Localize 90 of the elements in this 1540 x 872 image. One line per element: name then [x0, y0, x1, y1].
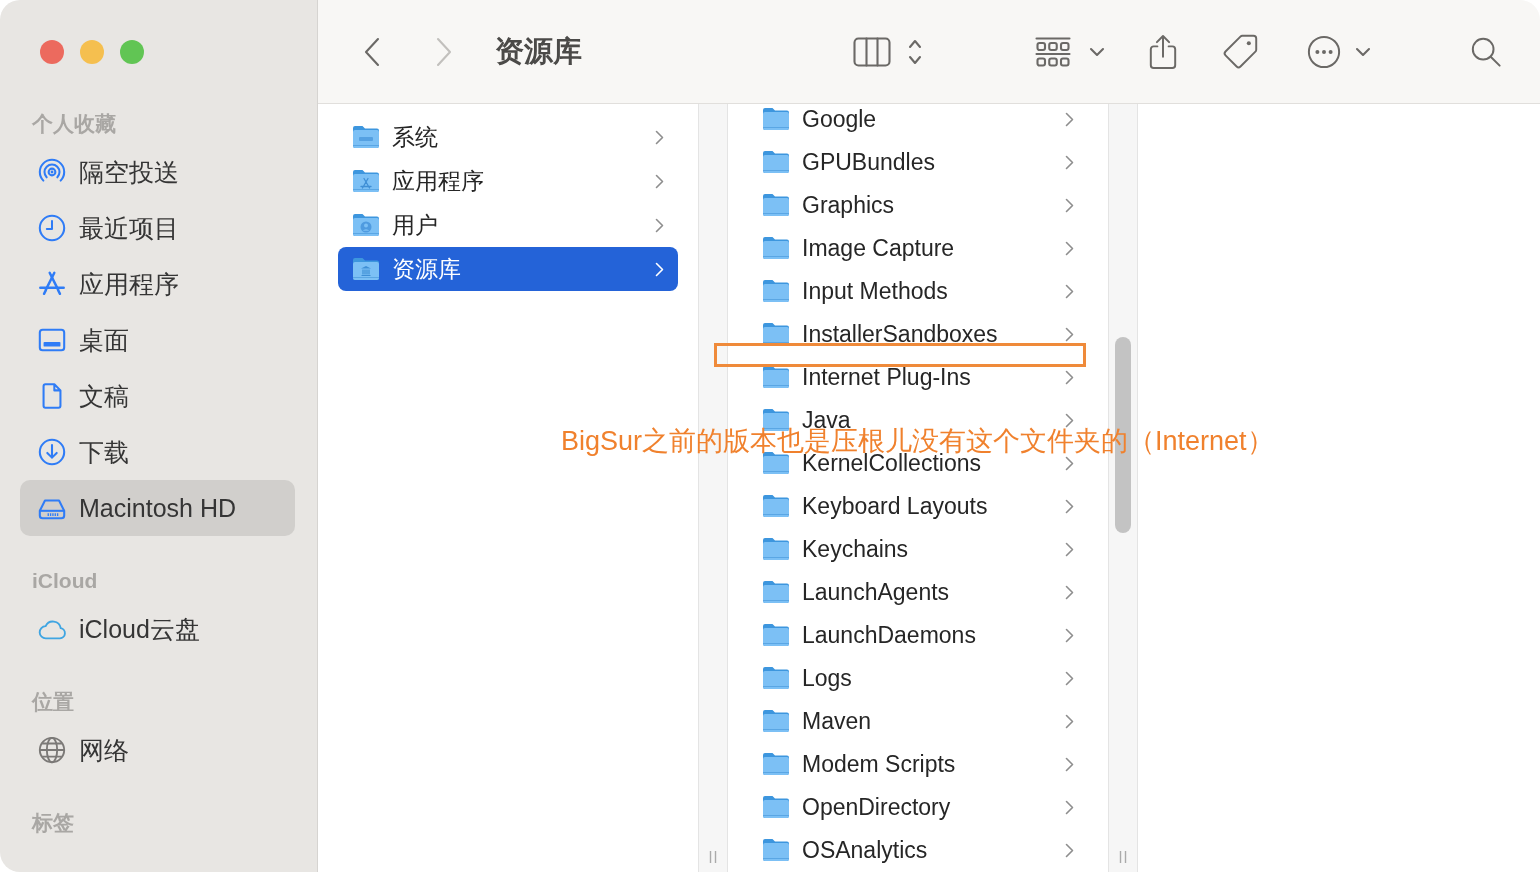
folder-icon [762, 106, 790, 132]
sidebar-item[interactable]: 网络 [20, 722, 295, 778]
section-heading: 个人收藏 [31, 111, 117, 138]
sidebar-item[interactable]: 文稿 [20, 368, 295, 424]
chevron-right-icon [1065, 412, 1074, 428]
section-heading: 位置 [30, 689, 75, 716]
folder-icon [762, 192, 790, 218]
chevron-right-icon [1065, 756, 1074, 772]
folder-item[interactable]: Google [748, 104, 1088, 134]
sidebar-item[interactable]: 隔空投送 [20, 144, 295, 200]
folder-item[interactable]: Graphics [748, 190, 1088, 220]
folder-icon [762, 837, 790, 863]
section-heading: 标签 [30, 810, 75, 837]
columns-view-icon [852, 36, 891, 67]
folder-icon [762, 708, 790, 734]
chevron-right-icon [1065, 584, 1074, 600]
folder-item[interactable]: Image Capture [748, 233, 1088, 263]
chevron-down-icon [1089, 46, 1105, 57]
sidebar-item[interactable]: 下载 [20, 424, 295, 480]
sidebar-item[interactable]: Macintosh HD [20, 480, 295, 536]
ellipsis-circle-icon [1307, 34, 1341, 69]
folder-icon [762, 536, 790, 562]
folder-icon [762, 794, 790, 820]
sidebar-item[interactable]: 桌面 [20, 312, 295, 368]
chevron-right-icon [1065, 842, 1074, 858]
folder-item[interactable]: OpenDirectory [748, 792, 1088, 822]
chevron-right-icon [1065, 283, 1074, 299]
chevron-right-icon [1065, 799, 1074, 815]
folder-item[interactable]: Maven [748, 706, 1088, 736]
sidebar-item[interactable]: 最近项目 [20, 200, 295, 256]
folder-item[interactable]: 应用程序 [338, 159, 678, 203]
sidebar-item[interactable]: 应用程序 [20, 256, 295, 312]
folder-icon [762, 149, 790, 175]
chevron-right-icon [1065, 240, 1074, 256]
chevron-right-icon [1065, 326, 1074, 342]
chevron-right-icon [655, 261, 664, 277]
sidebar-item[interactable]: iCloud云盘 [20, 601, 295, 657]
share-icon [1148, 32, 1178, 71]
folder-item[interactable]: LaunchDaemons [748, 620, 1088, 650]
app-folder-icon [352, 168, 380, 194]
clock-icon [37, 213, 67, 243]
chevron-left-icon [363, 36, 381, 67]
folder-icon [762, 622, 790, 648]
chevron-right-icon [1065, 670, 1074, 686]
folder-item[interactable]: LaunchAgents [748, 577, 1088, 607]
folder-item[interactable]: 用户 [338, 203, 678, 247]
tag-icon [1221, 33, 1259, 70]
system-folder-icon [352, 124, 380, 150]
folder-item[interactable]: Keychains [748, 534, 1088, 564]
folder-item[interactable]: Internet Plug-Ins [748, 362, 1088, 392]
resize-handle-icon [1119, 850, 1127, 864]
folder-item[interactable]: OSAnalytics [748, 835, 1088, 865]
chevron-down-icon [1355, 46, 1371, 57]
chevron-right-icon [655, 129, 664, 145]
chevron-right-icon [1065, 197, 1074, 213]
chevron-right-icon [655, 217, 664, 233]
chevron-right-icon [1065, 541, 1074, 557]
folder-icon [762, 665, 790, 691]
folder-item[interactable]: Keyboard Layouts [748, 491, 1088, 521]
folder-item[interactable]: 资源库 [338, 247, 678, 291]
folder-icon [762, 278, 790, 304]
folder-item[interactable]: GPUBundles [748, 147, 1088, 177]
chevron-right-icon [1065, 111, 1074, 127]
chevron-right-icon [1065, 455, 1074, 471]
download-icon [37, 437, 67, 467]
folder-item[interactable]: Input Methods [748, 276, 1088, 306]
chevron-right-icon [1065, 713, 1074, 729]
window-title: 资源库 [495, 34, 582, 69]
search-icon [1470, 35, 1502, 68]
folder-icon [762, 364, 790, 390]
folder-icon [762, 579, 790, 605]
folder-item[interactable]: InstallerSandboxes [748, 319, 1088, 349]
globe-icon [37, 735, 67, 765]
folder-item[interactable]: Logs [748, 663, 1088, 693]
user-folder-icon [352, 212, 380, 238]
folder-item[interactable]: Modem Scripts [748, 749, 1088, 779]
chevron-right-icon [1065, 369, 1074, 385]
folder-icon [762, 493, 790, 519]
chevron-right-icon [655, 173, 664, 189]
folder-icon [762, 751, 790, 777]
chevron-right-icon [435, 36, 453, 67]
chevron-right-icon [1065, 154, 1074, 170]
chevron-right-icon [1065, 498, 1074, 514]
chevron-right-icon [1065, 627, 1074, 643]
folder-icon [762, 235, 790, 261]
folder-item[interactable]: 系统 [338, 115, 678, 159]
grid-icon [1035, 36, 1071, 67]
section-heading: iCloud [31, 568, 99, 595]
library-folder-icon [352, 256, 380, 282]
resize-handle-icon [709, 850, 717, 864]
